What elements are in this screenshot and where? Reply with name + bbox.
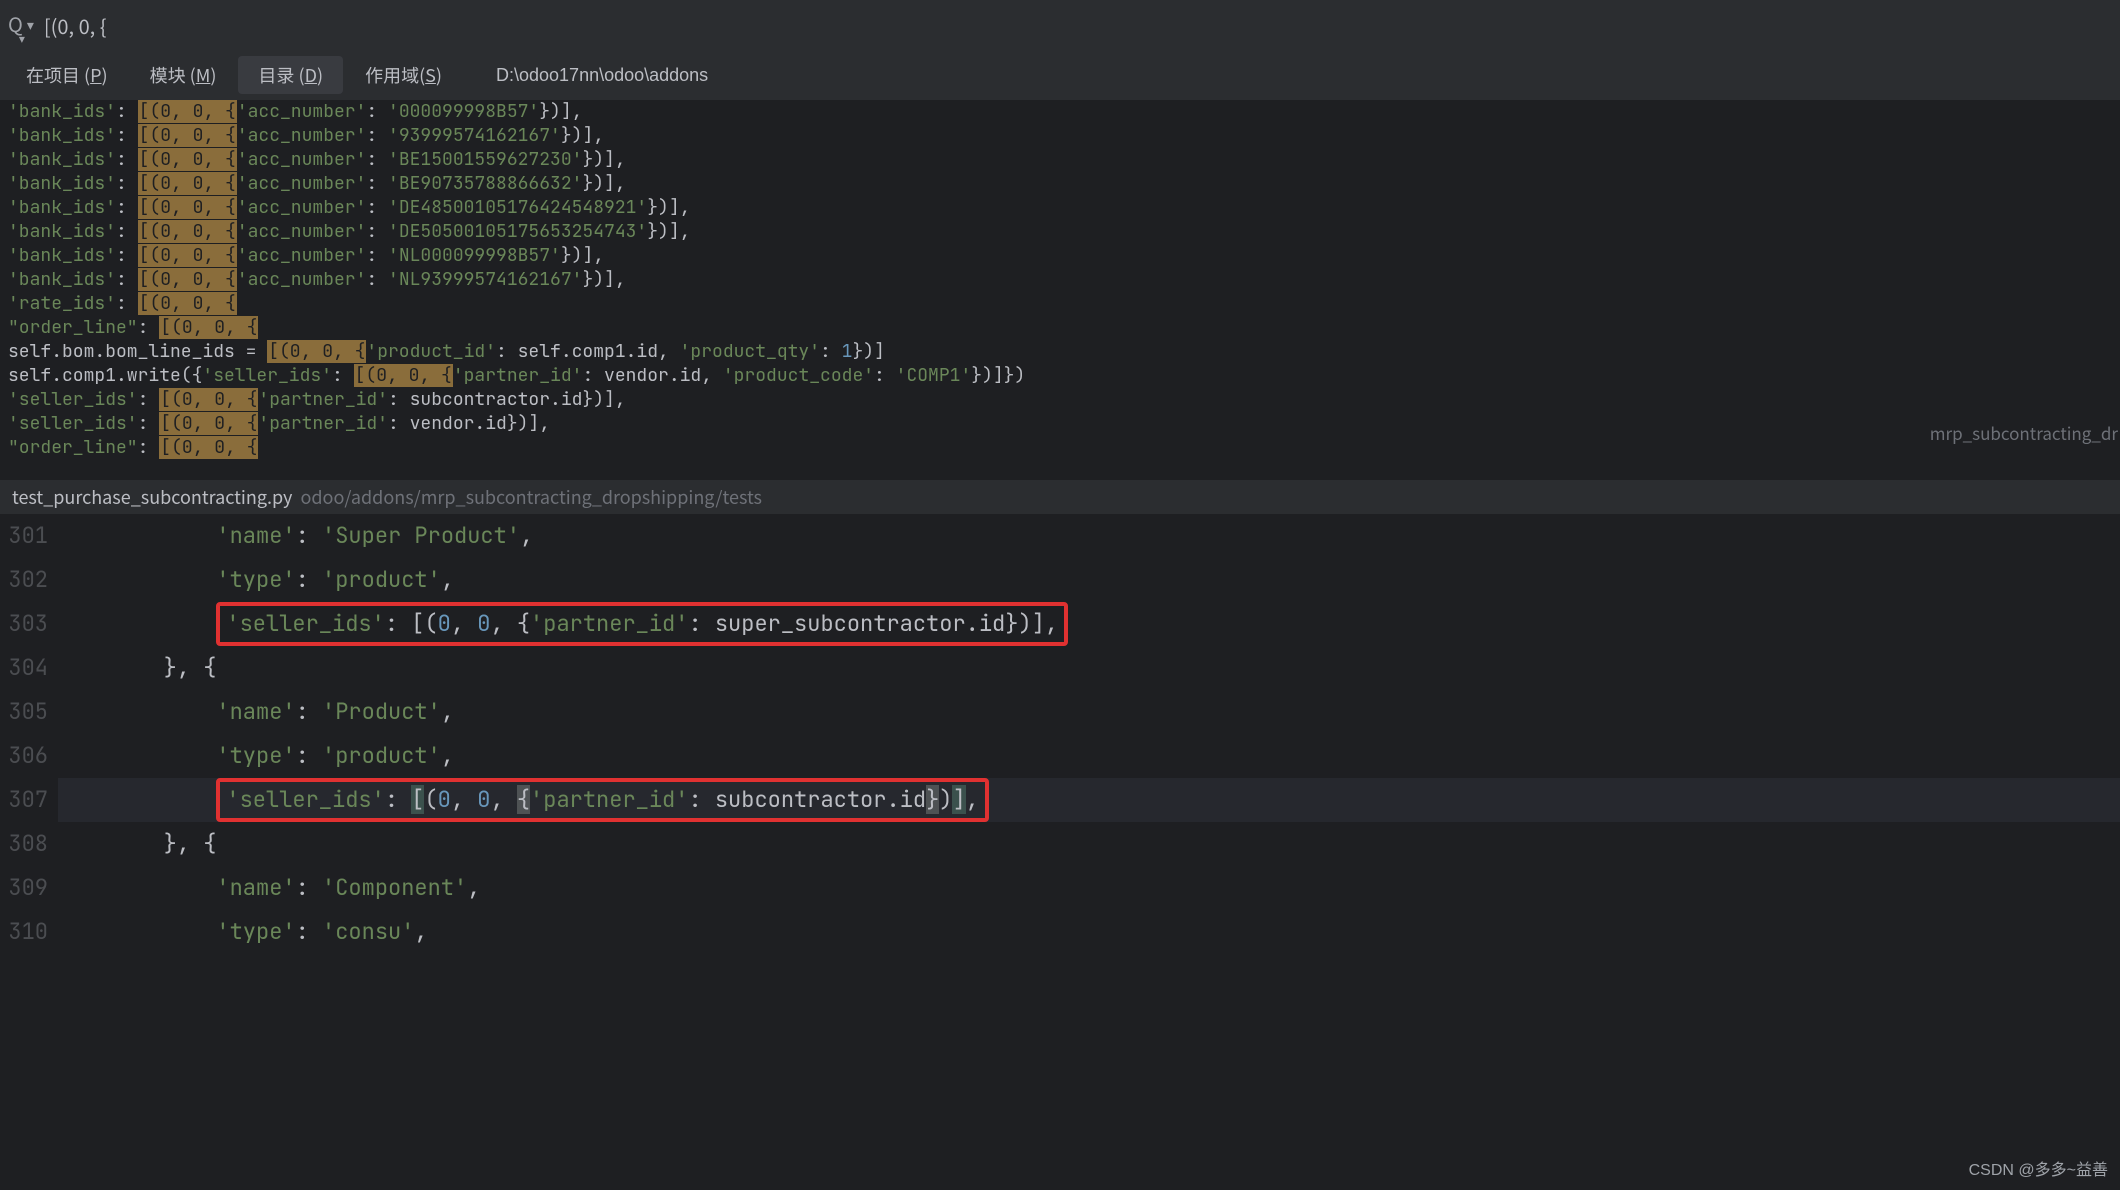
search-result-row[interactable]: 'bank_ids': [(0, 0, {'acc_number': 'NL00…	[8, 244, 2112, 268]
watermark: CSDN @多多~益善	[1969, 1156, 2108, 1180]
search-result-row[interactable]: 'bank_ids': [(0, 0, {'acc_number': '9399…	[8, 124, 2112, 148]
code-line[interactable]: 'seller_ids': [(0, 0, {'partner_id': sup…	[58, 602, 2120, 646]
scope-tab[interactable]: 在项目 (P)	[6, 56, 128, 94]
code-line[interactable]: 'name': 'Product',	[58, 690, 2120, 734]
scope-tab[interactable]: 模块 (M)	[130, 56, 237, 94]
code-line[interactable]: 'name': 'Component',	[58, 866, 2120, 910]
code-line[interactable]: 'type': 'product',	[58, 734, 2120, 778]
search-result-row[interactable]: 'seller_ids': [(0, 0, {'partner_id': ven…	[8, 412, 2112, 436]
scope-tab[interactable]: 作用域(S)	[345, 56, 462, 94]
highlight-box: 'seller_ids': [(0, 0, {'partner_id': sup…	[216, 602, 1068, 646]
search-input[interactable]	[34, 7, 2112, 44]
code-line[interactable]: }, {	[58, 646, 2120, 690]
code-line[interactable]: 'type': 'consu',	[58, 910, 2120, 954]
search-icon[interactable]: Q▾	[8, 9, 29, 41]
search-result-row[interactable]: 'bank_ids': [(0, 0, {'acc_number': 'DE50…	[8, 220, 2112, 244]
search-result-row[interactable]: 'bank_ids': [(0, 0, {'acc_number': 'BE15…	[8, 148, 2112, 172]
search-result-row[interactable]: self.comp1.write({'seller_ids': [(0, 0, …	[8, 364, 2112, 388]
file-path: odoo/addons/mrp_subcontracting_dropshipp…	[300, 484, 761, 510]
code-line[interactable]: 'type': 'product',	[58, 558, 2120, 602]
search-result-row[interactable]: self.bom.bom_line_ids = [(0, 0, {'produc…	[8, 340, 2112, 364]
search-options-chevron-icon[interactable]: ▾	[27, 15, 34, 35]
search-result-row[interactable]: 'bank_ids': [(0, 0, {'acc_number': 'DE48…	[8, 196, 2112, 220]
scope-path-input[interactable]	[484, 59, 2114, 92]
search-result-row[interactable]: "order_line": [(0, 0, {	[8, 436, 2112, 460]
line-gutter: 301302303304305306307308309310	[0, 514, 58, 954]
result-hint: mrp_subcontracting_dr	[1930, 420, 2118, 445]
code-line[interactable]: 'seller_ids': [(0, 0, {'partner_id': sub…	[58, 778, 2120, 822]
code-line[interactable]: 'name': 'Super Product',	[58, 514, 2120, 558]
file-name: test_purchase_subcontracting.py	[12, 484, 292, 510]
search-result-row[interactable]: 'seller_ids': [(0, 0, {'partner_id': sub…	[8, 388, 2112, 412]
search-result-row[interactable]: "order_line": [(0, 0, {	[8, 316, 2112, 340]
scope-bar: 在项目 (P)模块 (M)目录 (D)作用域(S)	[0, 50, 2120, 100]
highlight-box: 'seller_ids': [(0, 0, {'partner_id': sub…	[216, 778, 988, 822]
code-editor[interactable]: 301302303304305306307308309310 'name': '…	[0, 514, 2120, 1190]
file-path-bar: test_purchase_subcontracting.py odoo/add…	[0, 480, 2120, 514]
search-results[interactable]: 'bank_ids': [(0, 0, {'acc_number': '0000…	[0, 100, 2120, 480]
search-result-row[interactable]: 'bank_ids': [(0, 0, {'acc_number': 'NL93…	[8, 268, 2112, 292]
search-result-row[interactable]: 'rate_ids': [(0, 0, {	[8, 292, 2112, 316]
code-line[interactable]: }, {	[58, 822, 2120, 866]
search-bar: Q▾ ▾	[0, 0, 2120, 50]
scope-tab[interactable]: 目录 (D)	[238, 56, 343, 94]
search-result-row[interactable]: 'bank_ids': [(0, 0, {'acc_number': '0000…	[8, 100, 2112, 124]
search-result-row[interactable]: 'bank_ids': [(0, 0, {'acc_number': 'BE90…	[8, 172, 2112, 196]
